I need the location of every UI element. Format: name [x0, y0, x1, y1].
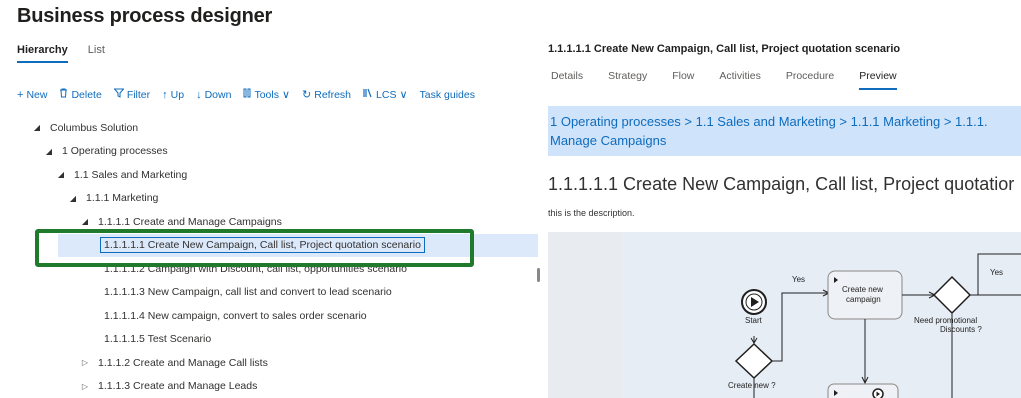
collapse-icon[interactable]: ◢ — [32, 123, 42, 132]
tree-item[interactable]: ▷ 1.1.1.2 Create and Manage Call lists — [0, 351, 540, 375]
tab-hierarchy[interactable]: Hierarchy — [17, 44, 68, 63]
tree-item[interactable]: ◢ 1.1.1 Marketing — [0, 187, 540, 211]
tree-item[interactable]: ◢ 1.1.1.1 Create and Manage Campaigns — [0, 210, 540, 234]
tree-item[interactable]: ◢ 1.1 Sales and Marketing — [0, 163, 540, 187]
chevron-down-icon: ∨ — [281, 89, 291, 101]
detail-title: 1.1.1.1.1 Create New Campaign, Call list… — [548, 43, 901, 55]
tab-activities[interactable]: Activities — [719, 70, 760, 90]
task-guides-button[interactable]: Task guides — [420, 89, 475, 101]
tools-button[interactable]: Tools ∨ — [243, 88, 290, 101]
view-tabs: Hierarchy List — [17, 44, 105, 63]
flow-line — [772, 292, 828, 362]
toolbar: + New Delete Filter ↑ Up ↓ Down Tools ∨ … — [17, 88, 475, 101]
tree-item-label: 1.1 Sales and Marketing — [74, 168, 188, 181]
tab-details[interactable]: Details — [551, 70, 583, 90]
document-description: this is the description. — [548, 208, 635, 218]
hierarchy-pane: Hierarchy List + New Delete Filter ↑ Up … — [0, 36, 540, 398]
page-title: Business process designer — [17, 5, 273, 27]
refresh-icon: ↻ — [302, 89, 312, 101]
tree-item-label: 1.1.1.1.1 Create New Campaign, Call list… — [100, 237, 425, 254]
task-lower[interactable] — [827, 383, 899, 398]
tab-strategy[interactable]: Strategy — [608, 70, 647, 90]
preview-pane: 1.1.1.1.1 Create New Campaign, Call list… — [548, 36, 1021, 398]
library-icon — [363, 88, 373, 101]
detail-tabs: Details Strategy Flow Activities Procedure Pr… — [551, 70, 897, 90]
refresh-button[interactable]: ↻ Refresh — [302, 88, 351, 102]
label-task1-line1: Create new — [842, 285, 883, 294]
tree-item[interactable]: 1.1.1.1.1 Create New Campaign, Call list… — [58, 233, 538, 257]
collapse-icon[interactable]: ◢ — [56, 170, 66, 179]
label-need-promo-line2: Discounts ? — [940, 325, 982, 334]
gateway-create-new[interactable] — [734, 342, 774, 380]
tree-item-label: 1.1.1 Marketing — [86, 192, 159, 205]
flow-diagram-svg — [734, 253, 1021, 398]
tree-item[interactable]: ▷ 1.1.1.3 Create and Manage Leads — [0, 375, 540, 398]
label-start: Start — [745, 316, 762, 325]
tree-item-label: Columbus Solution — [50, 121, 139, 134]
arrow-down-icon: ↓ — [196, 88, 202, 101]
filter-icon — [113, 88, 125, 101]
scrollbar-thumb[interactable] — [537, 268, 540, 282]
label-yes: Yes — [792, 275, 806, 284]
tree-item-label: 1.1.1.1 Create and Manage Campaigns — [98, 215, 282, 228]
tab-preview[interactable]: Preview — [859, 70, 897, 90]
diagram-canvas: Start Create new ? Yes Create new campai… — [622, 232, 1021, 398]
tree-item[interactable]: ◢ 1 Operating processes — [0, 140, 540, 164]
label-create-new: Create new ? — [728, 381, 776, 390]
tab-list[interactable]: List — [88, 44, 105, 63]
breadcrumb-line[interactable]: 1 Operating processes > 1.1 Sales and Ma… — [550, 112, 1021, 131]
breadcrumb: 1 Operating processes > 1.1 Sales and Ma… — [548, 106, 1021, 156]
label-yes: Yes — [990, 268, 1004, 277]
trash-icon — [59, 88, 68, 101]
tab-procedure[interactable]: Procedure — [786, 70, 834, 90]
tree-item[interactable]: ◢ Columbus Solution — [0, 116, 540, 140]
down-button[interactable]: ↓ Down — [196, 89, 231, 101]
tree-item-label: 1.1.1.1.2 Campaign with Discount, call l… — [104, 262, 407, 275]
arrow-up-icon: ↑ — [162, 88, 168, 101]
plus-icon: + — [17, 88, 24, 101]
tree-item-label: 1 Operating processes — [62, 145, 168, 158]
tree-item[interactable]: 1.1.1.1.5 Test Scenario — [0, 328, 540, 352]
lcs-button[interactable]: LCS ∨ — [363, 88, 408, 101]
process-diagram: Start Create new ? Yes Create new campai… — [548, 232, 1021, 398]
breadcrumb-line[interactable]: Manage Campaigns — [550, 131, 1021, 150]
document-heading: 1.1.1.1.1 Create New Campaign, Call list… — [548, 174, 1015, 194]
expand-icon[interactable]: ▷ — [80, 358, 90, 367]
collapse-icon[interactable]: ◢ — [80, 217, 90, 226]
label-need-promo-line1: Need promotional — [914, 316, 978, 325]
tree-item[interactable]: 1.1.1.1.4 New campaign, convert to sales… — [0, 304, 540, 328]
tree-item-label: 1.1.1.1.4 New campaign, convert to sales… — [104, 309, 367, 322]
up-button[interactable]: ↑ Up — [162, 89, 184, 101]
tree-item-label: 1.1.1.1.5 Test Scenario — [104, 333, 212, 346]
collapse-icon[interactable]: ◢ — [44, 147, 54, 156]
tree-item-label: 1.1.1.2 Create and Manage Call lists — [98, 356, 268, 369]
tree-item[interactable]: 1.1.1.1.2 Campaign with Discount, call l… — [0, 257, 540, 281]
filter-button[interactable]: Filter — [113, 88, 150, 101]
chevron-down-icon: ∨ — [399, 89, 408, 101]
tab-flow[interactable]: Flow — [672, 70, 694, 90]
tree-item[interactable]: 1.1.1.1.3 New Campaign, call list and co… — [0, 281, 540, 305]
process-tree: ◢ Columbus Solution ◢ 1 Operating processes… — [0, 116, 540, 398]
delete-button[interactable]: Delete — [59, 88, 102, 101]
gateway-need-promotional[interactable] — [932, 275, 972, 315]
label-task1-line2: campaign — [846, 295, 881, 304]
expand-icon[interactable]: ▷ — [80, 382, 90, 391]
tools-icon — [243, 88, 251, 101]
collapse-icon[interactable]: ◢ — [68, 194, 78, 203]
tree-item-label: 1.1.1.3 Create and Manage Leads — [98, 380, 258, 393]
new-button[interactable]: + New — [17, 89, 47, 101]
tree-item-label: 1.1.1.1.3 New Campaign, call list and co… — [104, 286, 392, 299]
